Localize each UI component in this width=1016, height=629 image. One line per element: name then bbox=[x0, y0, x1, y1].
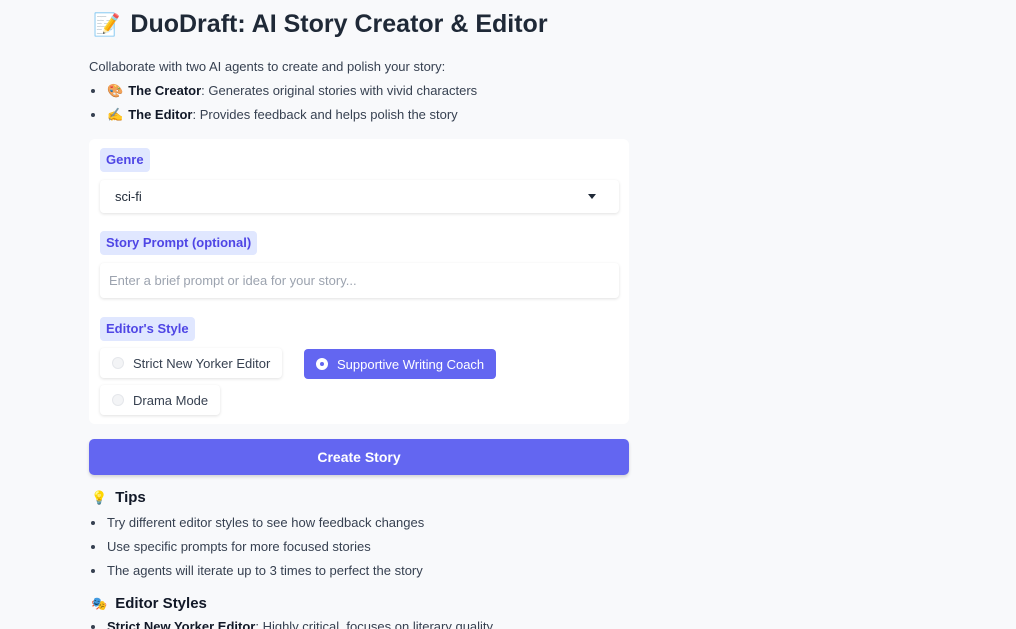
create-story-button[interactable]: Create Story bbox=[89, 439, 629, 475]
radio-strict-new-yorker[interactable]: Strict New Yorker Editor bbox=[100, 348, 283, 378]
caret-down-icon bbox=[588, 194, 596, 199]
radio-label: Strict New Yorker Editor bbox=[133, 355, 271, 371]
lightbulb-icon: 💡 bbox=[91, 489, 108, 505]
style-name: Strict New Yorker Editor bbox=[107, 619, 256, 629]
page-title-text: DuoDraft: AI Story Creator & Editor bbox=[130, 10, 548, 38]
theater-masks-icon: 🎭 bbox=[91, 595, 108, 611]
list-item: Strict New Yorker Editor: Highly critica… bbox=[89, 619, 493, 629]
list-item: Use specific prompts for more focused st… bbox=[89, 539, 424, 563]
genre-dropdown[interactable]: sci-fi bbox=[100, 180, 619, 213]
writing-hand-icon: ✍️ bbox=[107, 107, 124, 122]
radio-label: Drama Mode bbox=[133, 392, 209, 408]
list-item: Try different editor styles to see how f… bbox=[89, 515, 424, 539]
page-title: 📝 DuoDraft: AI Story Creator & Editor bbox=[93, 10, 548, 39]
agent-list: 🎨 The Creator: Generates original stories… bbox=[89, 83, 477, 131]
memo-icon: 📝 bbox=[93, 11, 121, 37]
list-item: ✍️ The Editor: Provides feedback and help… bbox=[89, 107, 477, 131]
story-prompt-input[interactable] bbox=[100, 263, 619, 298]
style-desc: : Highly critical, focuses on literary q… bbox=[255, 619, 494, 629]
genre-selected-value: sci-fi bbox=[115, 189, 142, 204]
editor-styles-title: Editor Styles bbox=[115, 595, 207, 612]
radio-label: Supportive Writing Coach bbox=[337, 356, 485, 372]
radio-unchecked-icon bbox=[112, 357, 124, 369]
radio-drama-mode[interactable]: Drama Mode bbox=[100, 385, 221, 415]
editor-style-label: Editor's Style bbox=[100, 317, 195, 341]
prompt-label: Story Prompt (optional) bbox=[100, 231, 258, 255]
tips-title: Tips bbox=[115, 489, 146, 506]
editor-styles-heading: 🎭 Editor Styles bbox=[91, 595, 207, 612]
editor-styles-list: Strict New Yorker Editor: Highly critica… bbox=[89, 619, 493, 629]
agent-desc: : Generates original stories with vivid … bbox=[201, 83, 478, 98]
radio-supportive-coach[interactable]: Supportive Writing Coach bbox=[304, 349, 497, 379]
tips-list: Try different editor styles to see how f… bbox=[89, 515, 424, 587]
radio-checked-icon bbox=[316, 358, 328, 370]
intro-text: Collaborate with two AI agents to create… bbox=[89, 59, 446, 74]
agent-name: The Creator bbox=[128, 83, 202, 98]
app-page: 📝 DuoDraft: AI Story Creator & Editor Co… bbox=[0, 0, 1016, 629]
agent-desc: : Provides feedback and helps polish the… bbox=[192, 107, 458, 122]
agent-name: The Editor bbox=[128, 107, 193, 122]
tips-heading: 💡 Tips bbox=[91, 489, 146, 506]
palette-icon: 🎨 bbox=[107, 83, 124, 98]
list-item: The agents will iterate up to 3 times to… bbox=[89, 563, 424, 587]
radio-unchecked-icon bbox=[112, 394, 124, 406]
genre-label: Genre bbox=[100, 148, 150, 172]
list-item: 🎨 The Creator: Generates original stories… bbox=[89, 83, 477, 107]
